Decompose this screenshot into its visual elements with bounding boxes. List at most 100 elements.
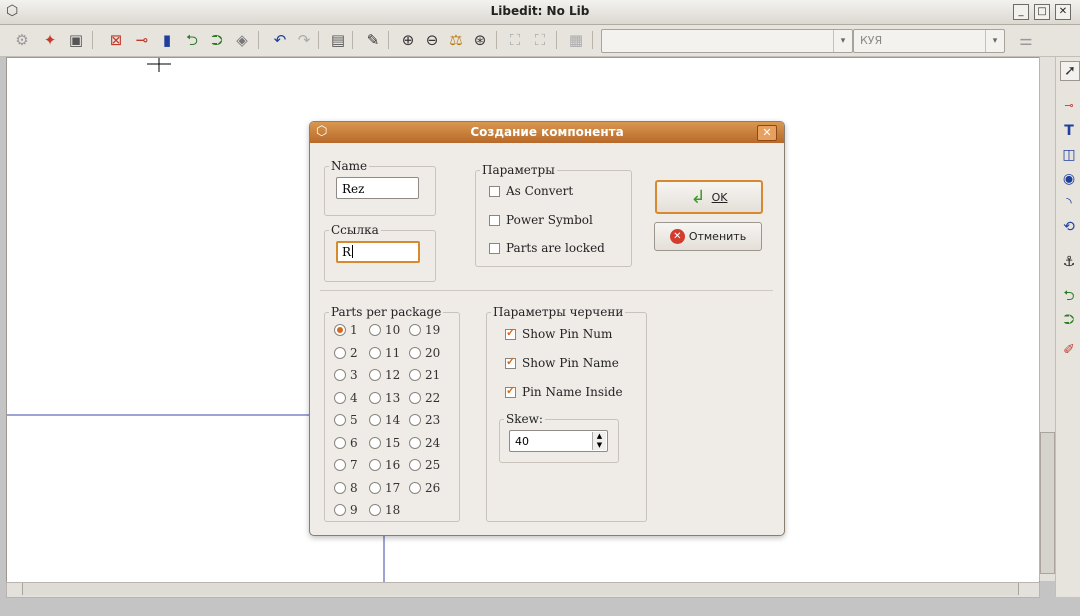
save-icon[interactable]: ▦: [566, 30, 586, 50]
parts-radio-3[interactable]: 3: [334, 368, 358, 382]
radio-label: 17: [385, 480, 401, 495]
parts-radio-21[interactable]: 21: [409, 368, 440, 382]
circle-icon[interactable]: ◉: [1060, 170, 1078, 188]
checkbox-box: [489, 242, 500, 254]
vertical-scroll-thumb[interactable]: [1040, 432, 1055, 574]
skew-spinner[interactable]: 40 ▲ ▼: [509, 430, 608, 452]
dialog-titlebar[interactable]: ⬡ Создание компонента ✕: [310, 122, 784, 143]
zoom-fit-icon[interactable]: ⚖: [446, 30, 466, 50]
parts-radio-14[interactable]: 14: [369, 413, 400, 427]
ok-button[interactable]: ↲ OK: [655, 180, 763, 214]
power-symbol-checkbox[interactable]: Power Symbol: [489, 213, 593, 227]
radio-label: 10: [385, 323, 401, 337]
horizontal-scroll-thumb[interactable]: [22, 583, 1019, 595]
zoom-refresh-icon[interactable]: ▤: [328, 30, 348, 50]
close-button[interactable]: ✕: [1055, 4, 1071, 20]
chip-icon[interactable]: ✦: [40, 30, 60, 50]
parts-radio-15[interactable]: 15: [369, 436, 400, 450]
parts-locked-checkbox[interactable]: Parts are locked: [489, 241, 605, 255]
cancel-button[interactable]: ✕ Отменить: [654, 222, 762, 251]
radio-label: 1: [350, 323, 358, 337]
parts-radio-6[interactable]: 6: [334, 436, 358, 450]
radio-circle: [409, 346, 421, 359]
arc-icon[interactable]: ◝: [1060, 194, 1078, 212]
parts-radio-9[interactable]: 9: [334, 503, 358, 517]
pin-name-inside-label: Pin Name Inside: [522, 385, 623, 399]
parts-radio-20[interactable]: 20: [409, 346, 440, 360]
undo-icon[interactable]: ↶: [270, 30, 290, 50]
import-icon[interactable]: ⮌: [1060, 287, 1078, 305]
parts-radio-7[interactable]: 7: [334, 458, 358, 472]
radio-circle: [334, 504, 346, 516]
show-pin-num-checkbox[interactable]: Show Pin Num: [505, 326, 612, 341]
save-icon[interactable]: ▣: [66, 30, 86, 50]
zoom-out-icon[interactable]: ⊖: [422, 30, 442, 50]
delete-icon[interactable]: ✐: [1060, 341, 1078, 359]
radio-label: 19: [425, 323, 441, 337]
parts-radio-11[interactable]: 11: [369, 346, 400, 360]
window-titlebar[interactable]: ⬡ Libedit: No Lib _ □ ✕: [0, 0, 1080, 25]
open-icon[interactable]: ⊠: [106, 30, 126, 50]
unit-select[interactable]: КУЯ ▾: [853, 29, 1005, 53]
parts-radio-1[interactable]: 1: [334, 323, 358, 337]
parts-radio-12[interactable]: 12: [369, 368, 400, 382]
maximize-button[interactable]: □: [1034, 4, 1050, 20]
properties-icon[interactable]: ✎: [363, 30, 383, 50]
doc-icon[interactable]: ⊛: [470, 30, 490, 50]
radio-label: 9: [350, 503, 358, 517]
parts-radio-10[interactable]: 10: [369, 323, 400, 337]
radio-label: 8: [350, 480, 358, 495]
text-icon[interactable]: T: [1060, 122, 1078, 140]
pin-icon[interactable]: ⊸: [1060, 97, 1078, 115]
reference-input[interactable]: R: [336, 241, 420, 263]
polyline-icon[interactable]: ⟲: [1060, 218, 1078, 236]
new-lib-icon[interactable]: ⚙: [12, 30, 32, 50]
parts-radio-5[interactable]: 5: [334, 413, 358, 427]
view-icon[interactable]: ⛶: [505, 30, 525, 50]
reference-frame: R Ссылка R: [324, 223, 436, 282]
parts-radio-4[interactable]: 4: [334, 391, 358, 405]
load-icon[interactable]: ⮊: [207, 30, 227, 50]
import-icon[interactable]: ⊸: [132, 30, 152, 50]
new-component-icon[interactable]: ⮌: [182, 30, 202, 50]
dialog-close-button[interactable]: ✕: [757, 125, 777, 141]
redo-icon[interactable]: ↷: [294, 30, 314, 50]
parts-radio-22[interactable]: 22: [409, 391, 440, 405]
parameters-frame: Параметры As Convert Power Symbol Parts …: [475, 163, 632, 267]
radio-circle: [334, 346, 346, 359]
export-icon[interactable]: ⮊: [1060, 311, 1078, 329]
parts-radio-2[interactable]: 2: [334, 346, 358, 360]
parts-radio-25[interactable]: 25: [409, 458, 440, 472]
select-arrow-icon[interactable]: ➚: [1060, 61, 1080, 81]
pin-name-inside-checkbox[interactable]: Pin Name Inside: [505, 384, 623, 399]
parts-radio-23[interactable]: 23: [409, 413, 440, 427]
minimize-button[interactable]: _: [1013, 4, 1029, 20]
parts-radio-16[interactable]: 16: [369, 458, 400, 472]
parts-radio-24[interactable]: 24: [409, 436, 440, 450]
parts-radio-8[interactable]: 8: [334, 481, 358, 495]
save-component-icon[interactable]: ◈: [232, 30, 252, 50]
view-icon[interactable]: ⛶: [530, 30, 550, 50]
parts-radio-13[interactable]: 13: [369, 391, 400, 405]
parts-radio-26[interactable]: 26: [409, 481, 440, 495]
checkbox-box: [505, 355, 516, 369]
radio-label: 15: [385, 435, 401, 450]
name-label: Name: [329, 159, 370, 173]
view-icon[interactable]: ⚌: [1016, 30, 1036, 50]
parts-per-package-frame: Parts per package 1 10 19 2 11 20 3 12 21 4 13 22 5 1…: [324, 305, 460, 522]
parts-radio-17[interactable]: 17: [369, 481, 400, 495]
rectangle-icon[interactable]: ◫: [1060, 146, 1078, 164]
parts-radio-18[interactable]: 18: [369, 503, 400, 517]
anchor-icon[interactable]: ⚓: [1060, 253, 1078, 271]
spinner-arrows-icon[interactable]: ▲ ▼: [592, 432, 606, 450]
export-icon[interactable]: ▮: [157, 30, 177, 50]
parts-radio-19[interactable]: 19: [409, 323, 440, 337]
part-select[interactable]: ▾: [601, 29, 853, 53]
radio-circle: [334, 436, 346, 449]
radio-circle: [334, 369, 346, 381]
as-convert-checkbox[interactable]: As Convert: [489, 184, 573, 198]
show-pin-name-checkbox[interactable]: Show Pin Name: [505, 355, 619, 370]
name-input[interactable]: Rez: [336, 177, 419, 199]
zoom-in-icon[interactable]: ⊕: [398, 30, 418, 50]
reference-value: R: [342, 245, 352, 259]
